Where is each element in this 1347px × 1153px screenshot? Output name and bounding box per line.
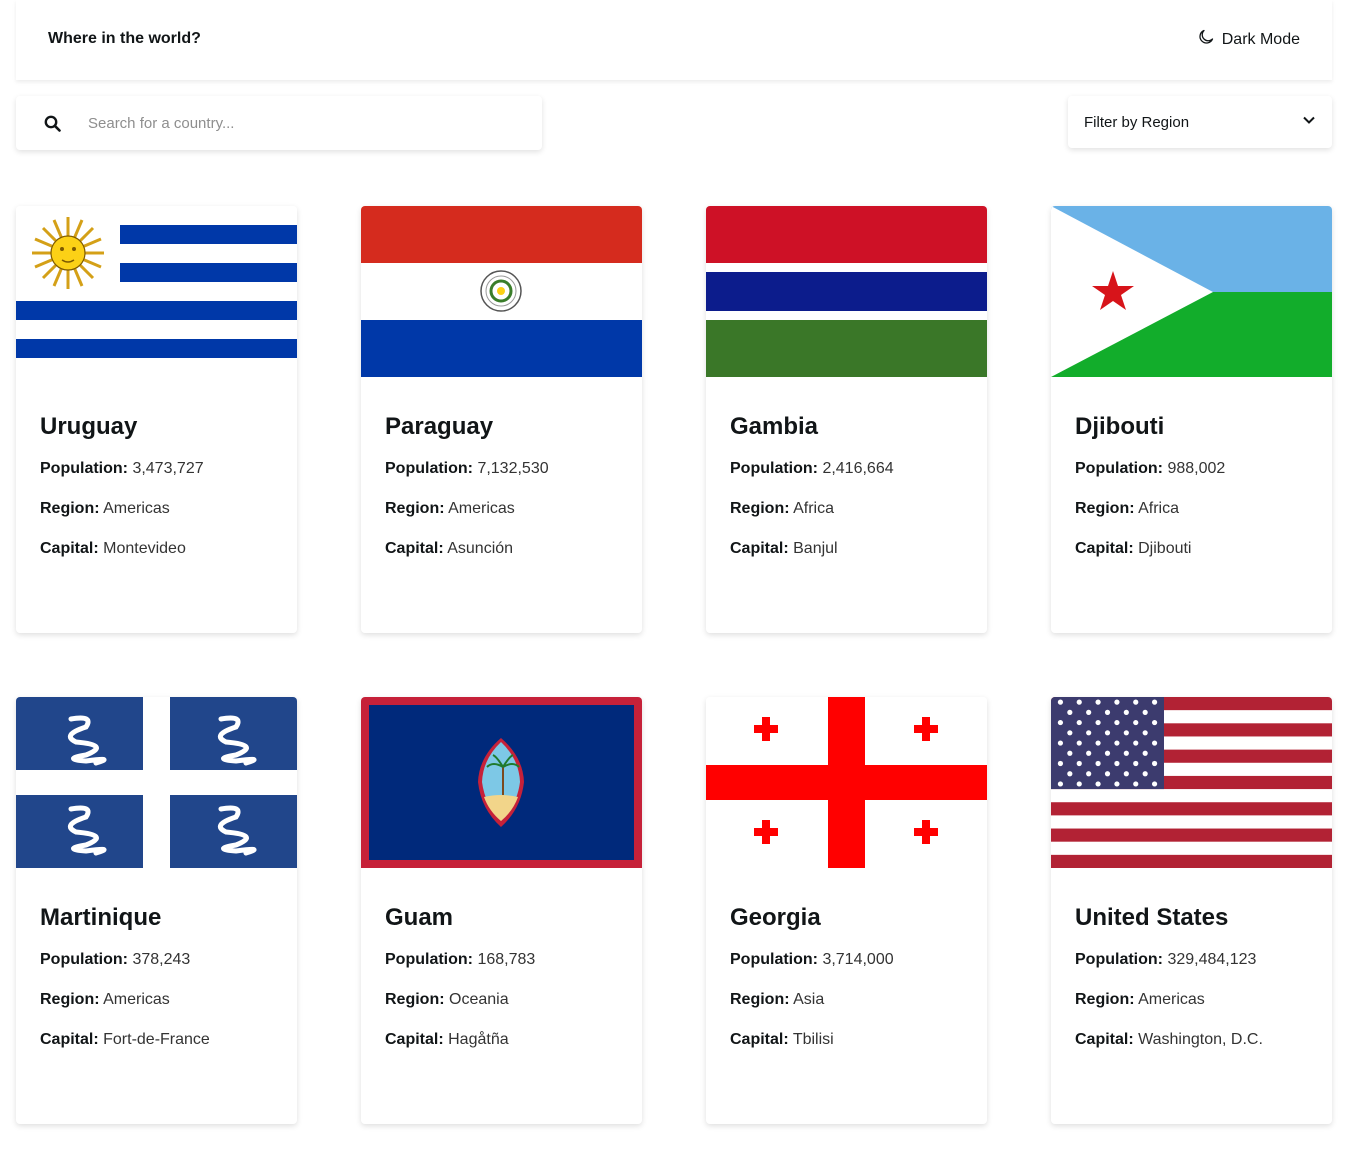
country-name: Paraguay bbox=[385, 413, 494, 440]
country-name: Guam bbox=[385, 904, 454, 931]
moon-icon bbox=[1198, 29, 1214, 50]
flag-gambia bbox=[706, 206, 987, 377]
country-card-gambia[interactable]: Gambia Population: 2,416,664 Region: Afr… bbox=[706, 206, 987, 633]
region-row: Region: Africa bbox=[1075, 500, 1180, 517]
population-row: Population: 3,473,727 bbox=[40, 460, 204, 477]
population-row: Population: 168,783 bbox=[385, 951, 536, 968]
region-filter-label: Filter by Region bbox=[1084, 113, 1190, 131]
dark-mode-label: Dark Mode bbox=[1221, 30, 1300, 48]
flag-uruguay bbox=[16, 206, 297, 377]
population-row: Population: 3,714,000 bbox=[730, 951, 894, 968]
country-name: Georgia bbox=[730, 904, 821, 931]
population-row: Population: 378,243 bbox=[40, 951, 191, 968]
flag-united-states bbox=[1051, 697, 1332, 868]
country-card-united-states[interactable]: United States Population: 329,484,123 Re… bbox=[1051, 697, 1332, 1124]
chevron-down-icon bbox=[1302, 113, 1316, 131]
country-name: Martinique bbox=[40, 904, 162, 931]
region-row: Region: Americas bbox=[40, 991, 170, 1008]
country-card-guam[interactable]: Guam Population: 168,783 Region: Oceania… bbox=[361, 697, 642, 1124]
flag-guam bbox=[361, 697, 642, 868]
region-row: Region: Americas bbox=[385, 500, 515, 517]
country-card-martinique[interactable]: Martinique Population: 378,243 Region: A… bbox=[16, 697, 297, 1124]
flag-djibouti bbox=[1051, 206, 1332, 377]
capital-row: Capital: Banjul bbox=[730, 540, 838, 557]
flag-martinique bbox=[16, 697, 297, 868]
country-name: Gambia bbox=[730, 413, 819, 440]
emblem-icon bbox=[480, 270, 522, 312]
country-card-uruguay[interactable]: Uruguay Population: 3,473,727 Region: Am… bbox=[16, 206, 297, 633]
flag-georgia bbox=[706, 697, 987, 868]
capital-row: Capital: Djibouti bbox=[1075, 540, 1192, 557]
region-row: Region: Africa bbox=[730, 500, 835, 517]
capital-row: Capital: Washington, D.C. bbox=[1075, 1031, 1263, 1048]
country-card-paraguay[interactable]: Paraguay Population: 7,132,530 Region: A… bbox=[361, 206, 642, 633]
search-icon bbox=[16, 115, 88, 132]
region-row: Region: Asia bbox=[730, 991, 825, 1008]
capital-row: Capital: Fort-de-France bbox=[40, 1031, 210, 1048]
population-row: Population: 329,484,123 bbox=[1075, 951, 1257, 968]
country-card-djibouti[interactable]: Djibouti Population: 988,002 Region: Afr… bbox=[1051, 206, 1332, 633]
region-row: Region: Americas bbox=[40, 500, 170, 517]
region-row: Region: Oceania bbox=[385, 991, 509, 1008]
population-row: Population: 7,132,530 bbox=[385, 460, 549, 477]
flag-paraguay bbox=[361, 206, 642, 377]
country-name: United States bbox=[1075, 904, 1229, 931]
capital-row: Capital: Hagåtña bbox=[385, 1031, 509, 1048]
country-name: Djibouti bbox=[1075, 413, 1165, 440]
search-box bbox=[16, 96, 542, 150]
capital-row: Capital: Tbilisi bbox=[730, 1031, 834, 1048]
app-header: Where in the world? Dark Mode bbox=[16, 0, 1332, 80]
country-name: Uruguay bbox=[40, 413, 138, 440]
search-input[interactable] bbox=[88, 96, 542, 150]
capital-row: Capital: Montevideo bbox=[40, 540, 186, 557]
app-title: Where in the world? bbox=[48, 30, 201, 47]
region-filter-select[interactable]: Filter by Region bbox=[1068, 96, 1332, 148]
capital-row: Capital: Asunción bbox=[385, 540, 514, 557]
country-card-georgia[interactable]: Georgia Population: 3,714,000 Region: As… bbox=[706, 697, 987, 1124]
dark-mode-toggle[interactable]: Dark Mode bbox=[1198, 29, 1300, 50]
region-row: Region: Americas bbox=[1075, 991, 1205, 1008]
population-row: Population: 988,002 bbox=[1075, 460, 1226, 477]
population-row: Population: 2,416,664 bbox=[730, 460, 894, 477]
